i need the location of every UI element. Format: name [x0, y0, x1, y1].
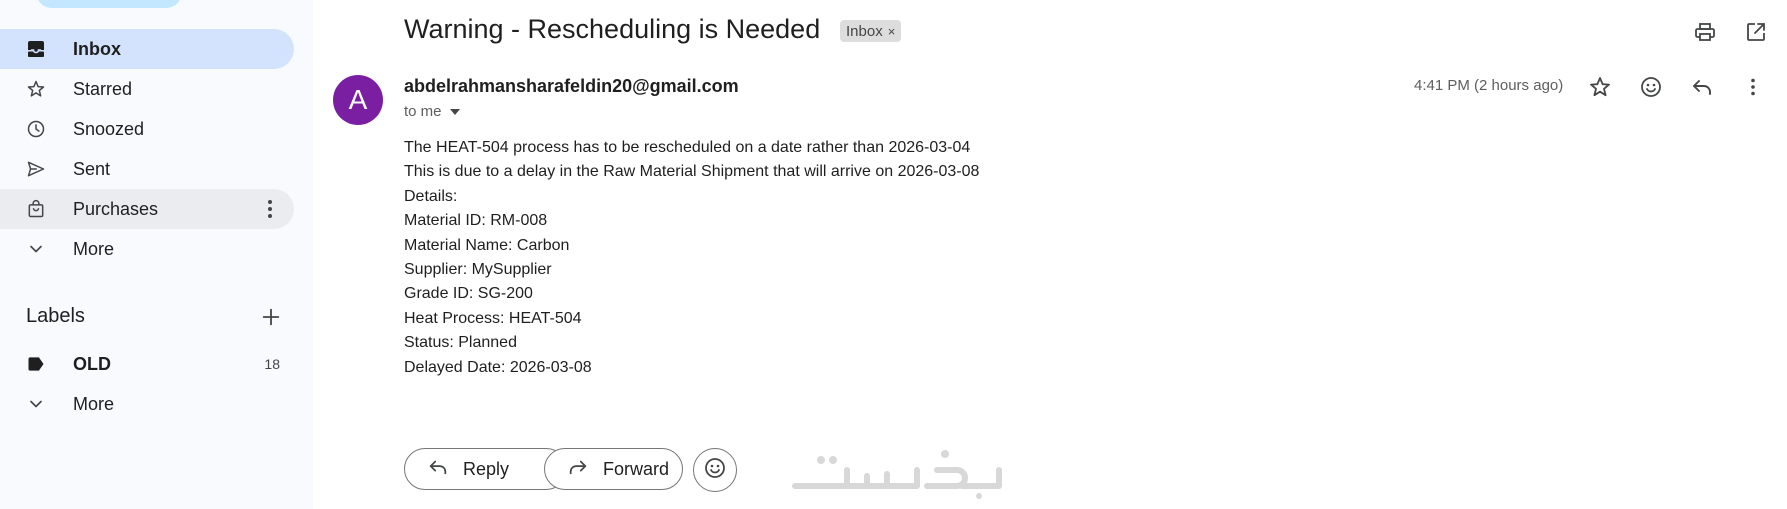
send-icon: [26, 159, 46, 179]
shopping-bag-icon: [26, 199, 46, 219]
inbox-icon: [26, 39, 46, 59]
reply-icon: [427, 456, 449, 483]
sidebar-item-label: Sent: [73, 158, 111, 179]
email-subject: Warning - Rescheduling is Needed: [404, 14, 821, 44]
star-icon[interactable]: [1588, 75, 1612, 99]
body-line: Heat Process: HEAT-504: [404, 309, 582, 327]
sidebar-labels-more[interactable]: More: [0, 384, 294, 424]
email-body: The HEAT-504 process has to be reschedul…: [404, 136, 979, 380]
sender-email[interactable]: abdelrahmansharafeldin20@gmail.com: [404, 76, 739, 97]
sidebar-item-snoozed[interactable]: Snoozed: [0, 109, 294, 149]
sidebar-label-name: OLD: [73, 353, 111, 374]
forward-icon: [567, 456, 589, 483]
reply-button[interactable]: Reply: [404, 448, 567, 490]
inbox-label-chip[interactable]: Inbox ×: [840, 20, 902, 42]
sidebar: Inbox Starred Snoozed Sent Purchases Mor…: [0, 0, 313, 509]
body-line: Grade ID: SG-200: [404, 285, 533, 303]
body-line: Supplier: MySupplier: [404, 261, 552, 279]
forward-label: Forward: [603, 458, 670, 479]
open-in-new-window-icon[interactable]: [1744, 20, 1768, 44]
body-line: Material ID: RM-008: [404, 212, 548, 230]
body-line: The HEAT-504 process has to be reschedul…: [404, 139, 971, 156]
star-icon: [26, 79, 46, 99]
chevron-down-icon: [26, 239, 46, 259]
avatar[interactable]: A: [333, 75, 383, 125]
reply-label: Reply: [463, 458, 510, 479]
sidebar-item-starred[interactable]: Starred: [0, 69, 294, 109]
message-view: Warning - Rescheduling is Needed Inbox ×…: [313, 0, 1787, 509]
label-icon: [26, 354, 46, 374]
chip-label: Inbox: [846, 22, 883, 40]
emoji-reaction-button[interactable]: [693, 448, 737, 492]
body-line: Details:: [404, 187, 458, 205]
label-count: 18: [264, 356, 280, 372]
sidebar-item-more[interactable]: More: [0, 229, 294, 269]
avatar-letter: A: [348, 84, 368, 115]
chevron-down-icon: [26, 394, 46, 414]
body-line: Status: Planned: [404, 334, 517, 352]
emoji-icon: [703, 456, 727, 485]
sidebar-item-inbox[interactable]: Inbox: [0, 29, 294, 69]
sidebar-item-purchases[interactable]: Purchases: [0, 189, 294, 229]
emoji-reaction-icon[interactable]: [1639, 75, 1663, 99]
more-options-icon[interactable]: [260, 199, 280, 219]
email-timestamp: 4:41 PM (2 hours ago): [1414, 77, 1564, 94]
recipient-details[interactable]: to me: [404, 103, 460, 120]
forward-button[interactable]: Forward: [544, 448, 683, 490]
compose-button[interactable]: [36, 0, 182, 8]
reply-icon[interactable]: [1690, 75, 1714, 99]
more-options-icon[interactable]: [1741, 75, 1765, 99]
labels-heading: Labels: [26, 305, 85, 327]
sidebar-item-label: More: [73, 393, 115, 414]
sidebar-label-old[interactable]: OLD 18: [0, 344, 294, 384]
sidebar-item-label: More: [73, 238, 115, 259]
watermark-logo: [792, 450, 1002, 499]
add-label-icon[interactable]: [260, 306, 282, 328]
sidebar-item-label: Purchases: [73, 198, 159, 219]
recipient-text: to me: [404, 103, 442, 120]
body-line: Delayed Date: 2026-03-08: [404, 358, 592, 376]
body-line: This is due to a delay in the Raw Materi…: [404, 163, 980, 181]
caret-down-icon: [449, 108, 460, 115]
sidebar-item-label: Snoozed: [73, 118, 145, 139]
body-line: Material Name: Carbon: [404, 236, 570, 254]
sidebar-item-sent[interactable]: Sent: [0, 149, 294, 189]
sidebar-item-label: Inbox: [73, 38, 121, 59]
remove-label-icon[interactable]: ×: [888, 24, 896, 39]
sidebar-item-label: Starred: [73, 78, 133, 99]
print-icon[interactable]: [1693, 20, 1717, 44]
clock-icon: [26, 119, 46, 139]
